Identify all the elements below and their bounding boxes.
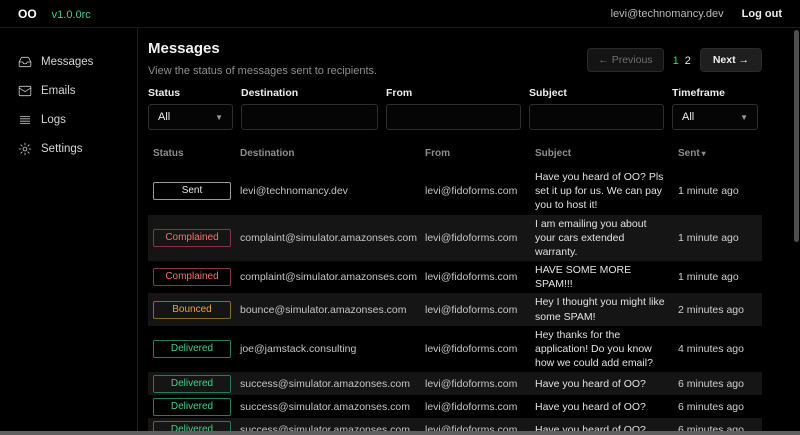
from-cell: levi@fidoforms.com	[425, 185, 535, 197]
chevron-down-icon: ▼	[215, 113, 223, 122]
sidebar-item-settings[interactable]: Settings	[18, 139, 137, 159]
from-cell: levi@fidoforms.com	[425, 304, 535, 316]
vertical-scrollbar-thumb[interactable]	[794, 30, 799, 242]
column-header-status: Status	[148, 148, 240, 159]
subject-cell: Have you heard of OO?	[535, 400, 678, 414]
table-row[interactable]: Bounced bounce@simulator.amazonses.com l…	[148, 293, 762, 325]
sent-cell: 6 minutes ago	[678, 401, 760, 413]
filter-destination: Destination	[241, 87, 378, 130]
status-badge: Delivered	[153, 340, 231, 358]
table-row[interactable]: Delivered success@simulator.amazonses.co…	[148, 372, 762, 395]
subject-input[interactable]	[530, 105, 663, 129]
destination-cell: complaint@simulator.amazonses.com	[240, 271, 425, 283]
filter-from: From	[386, 87, 521, 130]
inbox-icon	[18, 55, 32, 69]
table-row[interactable]: Delivered joe@jamstack.consulting levi@f…	[148, 326, 762, 373]
from-cell: levi@fidoforms.com	[425, 271, 535, 283]
table-body: Sent levi@technomancy.dev levi@fidoforms…	[148, 168, 762, 435]
from-cell: levi@fidoforms.com	[425, 343, 535, 355]
from-cell: levi@fidoforms.com	[425, 378, 535, 390]
destination-cell: joe@jamstack.consulting	[240, 343, 425, 355]
next-page-button[interactable]: Next →	[700, 48, 762, 72]
column-header-sent[interactable]: Sent▾	[678, 148, 760, 159]
column-header-destination: Destination	[240, 148, 425, 159]
status-badge: Bounced	[153, 301, 231, 319]
previous-page-button[interactable]: ← Previous	[587, 48, 663, 72]
destination-cell: complaint@simulator.amazonses.com	[240, 232, 425, 244]
sent-cell: 2 minutes ago	[678, 304, 760, 316]
user-email: levi@technomancy.dev	[611, 8, 724, 20]
logout-button[interactable]: Log out	[742, 8, 782, 20]
sidebar-item-messages[interactable]: Messages	[18, 52, 137, 72]
pagination: ← Previous 12 Next →	[587, 48, 762, 72]
destination-cell: bounce@simulator.amazonses.com	[240, 304, 425, 316]
filter-timeframe: Timeframe All▼	[672, 87, 758, 130]
sent-cell: 1 minute ago	[678, 185, 760, 197]
table-row[interactable]: Delivered success@simulator.amazonses.co…	[148, 395, 762, 418]
filter-status: Status All▼	[148, 87, 233, 130]
destination-cell: success@simulator.amazonses.com	[240, 378, 425, 390]
app-window: OO v1.0.0rc levi@technomancy.dev Log out…	[0, 0, 800, 435]
sidebar-item-logs[interactable]: Logs	[18, 110, 137, 130]
table-row[interactable]: Complained complaint@simulator.amazonses…	[148, 215, 762, 262]
filters: Status All▼ Destination From Subj	[148, 87, 762, 130]
table-row[interactable]: Complained complaint@simulator.amazonses…	[148, 261, 762, 293]
chevron-down-icon: ▼	[740, 113, 748, 122]
topbar-right: levi@technomancy.dev Log out	[611, 8, 782, 20]
from-input[interactable]	[387, 105, 520, 129]
main-content: Messages View the status of messages sen…	[138, 28, 800, 435]
sidebar-item-emails[interactable]: Emails	[18, 81, 137, 101]
status-badge: Complained	[153, 229, 231, 247]
destination-cell: success@simulator.amazonses.com	[240, 401, 425, 413]
topbar-left: OO v1.0.0rc	[18, 7, 91, 21]
status-badge: Delivered	[153, 375, 231, 393]
subject-cell: Have you heard of OO? Pls set it up for …	[535, 170, 678, 213]
logs-icon	[18, 113, 32, 127]
subject-cell: Hey I thought you might like some SPAM!	[535, 295, 678, 323]
page-subtitle: View the status of messages sent to reci…	[148, 65, 377, 77]
from-cell: levi@fidoforms.com	[425, 401, 535, 413]
layout: Messages Emails Logs Settings	[0, 28, 800, 435]
subject-cell: HAVE SOME MORE SPAM!!!	[535, 263, 678, 291]
page-number-1[interactable]: 1	[670, 55, 682, 67]
title-block: Messages View the status of messages sen…	[148, 40, 377, 77]
timeframe-select[interactable]: All▼	[672, 104, 758, 130]
page-numbers: 12	[670, 51, 694, 69]
topbar: OO v1.0.0rc levi@technomancy.dev Log out	[0, 0, 800, 28]
status-badge: Sent	[153, 182, 231, 200]
status-select[interactable]: All▼	[148, 104, 233, 130]
page-title: Messages	[148, 40, 377, 57]
from-cell: levi@fidoforms.com	[425, 232, 535, 244]
filter-subject: Subject	[529, 87, 664, 130]
sent-cell: 1 minute ago	[678, 232, 760, 244]
sent-cell: 4 minutes ago	[678, 343, 760, 355]
table-header: StatusDestinationFromSubjectSent▾	[148, 142, 762, 168]
sort-descending-icon: ▾	[702, 149, 706, 158]
sent-cell: 6 minutes ago	[678, 378, 760, 390]
horizontal-scrollbar[interactable]	[0, 431, 800, 435]
sidebar: Messages Emails Logs Settings	[0, 28, 138, 435]
main-header: Messages View the status of messages sen…	[148, 40, 762, 77]
app-logo[interactable]: OO	[18, 7, 37, 21]
sent-cell: 1 minute ago	[678, 271, 760, 283]
page-number-2[interactable]: 2	[682, 55, 694, 67]
envelope-icon	[18, 84, 32, 98]
status-badge: Delivered	[153, 398, 231, 416]
column-header-subject: Subject	[535, 148, 678, 159]
destination-cell: levi@technomancy.dev	[240, 185, 425, 197]
column-header-from: From	[425, 148, 535, 159]
destination-input[interactable]	[242, 105, 377, 129]
table-row[interactable]: Sent levi@technomancy.dev levi@fidoforms…	[148, 168, 762, 215]
status-badge: Complained	[153, 268, 231, 286]
gear-icon	[18, 142, 32, 156]
subject-cell: Hey thanks for the application! Do you k…	[535, 328, 678, 371]
version-label: v1.0.0rc	[52, 9, 91, 21]
subject-cell: I am emailing you about your cars extend…	[535, 217, 678, 260]
messages-table: StatusDestinationFromSubjectSent▾ Sent l…	[148, 142, 762, 435]
subject-cell: Have you heard of OO?	[535, 377, 678, 391]
